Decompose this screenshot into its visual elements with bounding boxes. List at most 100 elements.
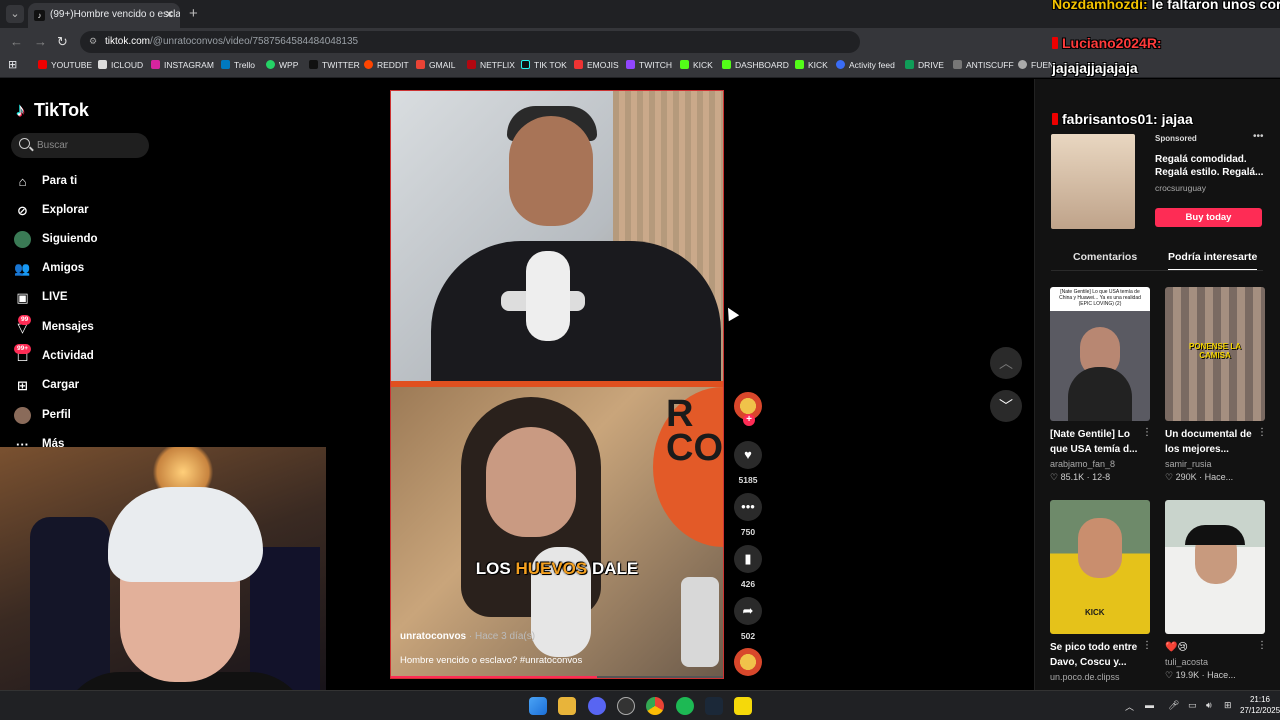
card-thumbnail[interactable]: [Nate Gentile] Lo que USA temía de China… (1050, 287, 1150, 421)
card-more-icon[interactable]: ⋮ (1257, 427, 1267, 438)
video-author[interactable]: unratoconvos · Hace 3 día(s) (400, 631, 535, 642)
tabs-divider (1051, 270, 1263, 271)
sound-avatar[interactable] (734, 648, 762, 676)
card-title[interactable]: ❤️😢 (1165, 640, 1259, 655)
sidebar-item-actividad[interactable]: ☐ 99+ Actividad (14, 344, 94, 367)
card-thumbnail[interactable]: PONENSE LA CAMISA (1165, 287, 1265, 421)
card-thumbnail[interactable] (1165, 500, 1265, 634)
bookmark-icon: ▮ (734, 545, 762, 573)
bookmark-twitter[interactable]: TWITTER (309, 60, 360, 70)
tab-search-button[interactable]: ⌄ (6, 5, 24, 23)
bookmark-kick[interactable]: KICK (680, 60, 713, 70)
card-more-icon[interactable]: ⋮ (1257, 640, 1267, 651)
bookmark-instagram[interactable]: INSTAGRAM (151, 60, 214, 70)
video-description: Hombre vencido o esclavo? #unratoconvos (400, 655, 583, 666)
bookmark-youtube[interactable]: YOUTUBE (38, 60, 92, 70)
bookmark-reddit[interactable]: REDDIT (364, 60, 409, 70)
browser-tab-active[interactable]: ♪ (99+)Hombre vencido o esclavo ✕ (28, 3, 180, 28)
reload-icon[interactable]: ↻ (57, 34, 68, 50)
sidebar-item-mensajes[interactable]: ▽ 99 Mensajes (14, 315, 94, 338)
chrome-icon[interactable] (646, 697, 664, 715)
bookmark-icloud[interactable]: ICLOUD (98, 60, 143, 70)
card-more-icon[interactable]: ⋮ (1142, 427, 1152, 438)
apps-grid-icon[interactable]: ⊞ (8, 58, 17, 71)
bookmark-fuen[interactable]: FUEN (1018, 60, 1054, 70)
creator-avatar[interactable]: + (733, 391, 763, 426)
bookmark-tiktok[interactable]: TIK TOK (521, 60, 567, 70)
spotify-icon[interactable] (676, 697, 694, 715)
language-icon[interactable]: ⊞ (1224, 700, 1232, 711)
tray-expand-icon[interactable]: ︿ (1125, 700, 1134, 713)
recommended-card[interactable]: KICK Se pico todo entre Davo, Coscu y...… (1050, 500, 1152, 682)
ad-buy-button[interactable]: Buy today (1155, 208, 1262, 227)
sidebar-item-live[interactable]: ▣ LIVE (14, 286, 67, 308)
network-icon[interactable]: ▭ (1188, 700, 1197, 711)
ad-handle[interactable]: crocsuruguay (1155, 183, 1206, 193)
sidebar-item-cargar[interactable]: ⊞ Cargar (14, 374, 79, 396)
bookmark-dashboard[interactable]: DASHBOARD (722, 60, 789, 70)
card-author[interactable]: samir_rusia (1165, 459, 1267, 469)
ad-image[interactable] (1051, 134, 1135, 229)
close-tab-icon[interactable]: ✕ (165, 8, 174, 21)
back-icon[interactable]: ← (10, 34, 23, 49)
recommended-card[interactable]: PONENSE LA CAMISA Un documental de los m… (1165, 287, 1267, 483)
save-button[interactable]: ▮ 426 (733, 545, 763, 589)
upload-icon: ⊞ (17, 378, 28, 393)
address-bar[interactable]: ⚙ tiktok.com/@unratoconvos/video/7587564… (80, 31, 860, 53)
sticky-notes-icon[interactable] (734, 697, 752, 715)
previous-video-button[interactable]: ︿ (990, 347, 1022, 379)
ad-title[interactable]: Regalá comodidad. Regalá estilo. Regalá.… (1155, 153, 1267, 179)
next-video-button[interactable]: ﹀ (990, 390, 1022, 422)
recommended-card[interactable]: ❤️😢 ⋮ tuli_acosta ♡ 19.9K · Hace... (1165, 500, 1267, 681)
comment-button[interactable]: ••• 750 (733, 493, 763, 537)
card-author[interactable]: un.poco.de.clipss (1050, 672, 1152, 682)
ad-more-icon[interactable]: ••• (1253, 131, 1264, 142)
search-input[interactable]: Buscar (11, 133, 149, 158)
sidebar-item-explorar[interactable]: ⊘ Explorar (14, 199, 89, 221)
sidebar-item-siguiendo[interactable]: Siguiendo (14, 228, 98, 250)
microphone-icon[interactable]: 🎤︎ (1168, 700, 1179, 711)
forward-icon[interactable]: → (34, 34, 47, 49)
bookmark-gmail[interactable]: GMAIL (416, 60, 455, 70)
bookmark-twitch[interactable]: TWITCH (626, 60, 672, 70)
discord-icon[interactable] (588, 697, 606, 715)
card-more-icon[interactable]: ⋮ (1142, 640, 1152, 651)
bookmark-netflix[interactable]: NETFLIX (467, 60, 515, 70)
video-player[interactable]: R CO LOS HUEVOS DALE unratoconvos · Hace … (390, 90, 724, 679)
new-tab-button[interactable]: + (189, 5, 198, 22)
bookmark-drive[interactable]: DRIVE (905, 60, 944, 70)
site-info-icon[interactable]: ⚙ (89, 36, 97, 47)
sidebar-item-amigos[interactable]: 👥 Amigos (14, 257, 84, 279)
card-author[interactable]: arabjamo_fan_8 (1050, 459, 1152, 469)
heart-icon: ♥ (734, 441, 762, 469)
share-button[interactable]: ➦ 502 (733, 597, 763, 641)
video-progress-bar[interactable] (391, 676, 723, 678)
file-explorer-icon[interactable] (558, 697, 576, 715)
card-thumbnail[interactable]: KICK (1050, 500, 1150, 634)
tab-comentarios[interactable]: Comentarios (1073, 251, 1137, 263)
start-menu-icon[interactable] (529, 697, 547, 715)
card-author[interactable]: tuli_acosta (1165, 657, 1267, 667)
like-button[interactable]: ♥ 5185 (733, 441, 763, 485)
sidebar-item-para-ti[interactable]: ⌂ Para ti (14, 170, 78, 192)
bookmark-kick-2[interactable]: KICK (795, 60, 828, 70)
follow-plus-icon[interactable]: + (743, 414, 755, 426)
bookmark-wpp[interactable]: WPP (266, 60, 298, 70)
system-clock[interactable]: 21:16 27/12/2025 (1240, 694, 1280, 716)
card-title[interactable]: Un documental de los mejores... (1165, 427, 1259, 457)
bookmark-trello[interactable]: Trello (221, 60, 255, 70)
bookmark-antiscuff[interactable]: ANTISCUFF (953, 60, 1014, 70)
sidebar-item-perfil[interactable]: Perfil (14, 404, 71, 426)
bookmark-emojis[interactable]: EMOJIS (574, 60, 619, 70)
tiktok-favicon-icon: ♪ (34, 10, 45, 21)
url-host: tiktok.com (105, 36, 151, 47)
tab-podria-interesarte[interactable]: Podría interesarte (1168, 251, 1258, 271)
card-title[interactable]: Se pico todo entre Davo, Coscu y... (1050, 640, 1144, 670)
card-title[interactable]: [Nate Gentile] Lo que USA temía d... (1050, 427, 1144, 457)
recommended-card[interactable]: [Nate Gentile] Lo que USA temía de China… (1050, 287, 1152, 483)
obs-icon[interactable] (617, 697, 635, 715)
steam-icon[interactable] (705, 697, 723, 715)
tiktok-logo[interactable]: ♪ TikTok (16, 100, 89, 121)
bookmark-activity-feed[interactable]: Activity feed (836, 60, 895, 70)
volume-icon[interactable]: 🔊︎ (1206, 700, 1212, 711)
